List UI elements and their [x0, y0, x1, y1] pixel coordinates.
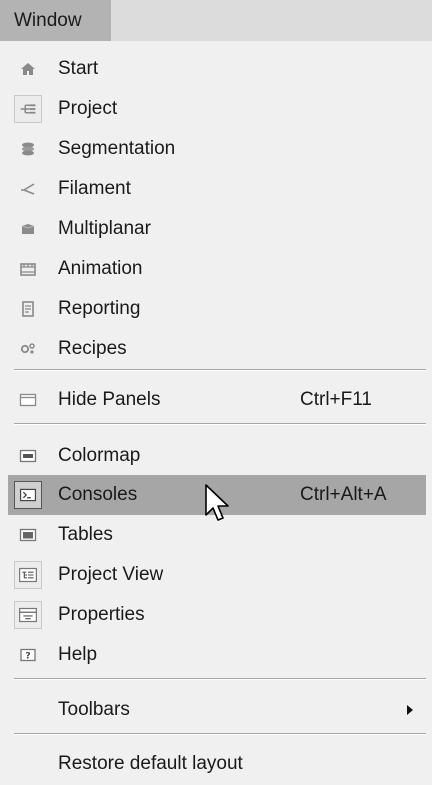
colormap-icon [19, 449, 37, 463]
menu-item-label: Multiplanar [58, 218, 151, 239]
menu-item-label: Project View [58, 564, 164, 585]
menu-item-label: Tables [58, 524, 113, 545]
menu-item-label: Segmentation [58, 138, 176, 159]
properties-icon [14, 601, 42, 629]
animation-icon [20, 263, 36, 276]
menu-item-reporting[interactable]: Reporting [0, 289, 432, 329]
menu-item-project-view[interactable]: Project View [0, 555, 432, 595]
menu-item-label: Restore default layout [58, 753, 243, 774]
menu-item-recipes[interactable]: Recipes [0, 329, 432, 369]
table-icon [19, 528, 37, 542]
menu-separator [14, 369, 426, 371]
menu-item-colormap[interactable]: Colormap [0, 436, 432, 476]
console-icon [14, 481, 42, 509]
menu-item-project[interactable]: Project [0, 89, 432, 129]
menu-item-segmentation[interactable]: Segmentation [0, 129, 432, 169]
menu-item-help[interactable]: ? Help [0, 635, 432, 675]
svg-text:?: ? [25, 652, 30, 662]
menu-item-animation[interactable]: Animation [0, 249, 432, 289]
menu-item-label: Filament [58, 178, 131, 199]
menu-item-label: Animation [58, 258, 143, 279]
menu-separator [14, 733, 426, 735]
window-dropdown-menu: Start Project Segmentation Filament Mult… [0, 41, 432, 785]
menu-item-label: Recipes [58, 338, 127, 359]
menu-item-label: Start [58, 58, 99, 79]
window-menu-title[interactable]: Window [0, 0, 111, 41]
filament-icon [21, 183, 35, 195]
menu-item-label: Project [58, 98, 118, 119]
reporting-icon [22, 301, 34, 317]
menu-item-shortcut: Ctrl+F11 [300, 389, 372, 410]
submenu-arrow-icon [407, 705, 413, 715]
segmentation-icon [22, 142, 34, 156]
menu-item-toolbars[interactable]: Toolbars [0, 690, 432, 730]
menu-item-properties[interactable]: Properties [0, 595, 432, 635]
menu-item-label: Colormap [58, 445, 141, 466]
menu-item-start[interactable]: Start [0, 49, 432, 89]
menu-item-label: Consoles [58, 484, 138, 505]
menu-item-restore-default-layout[interactable]: Restore default layout [0, 744, 432, 784]
mouse-cursor-icon [205, 484, 229, 521]
menu-item-label: Properties [58, 604, 145, 625]
recipes-icon [20, 343, 35, 354]
menu-item-label: Help [58, 644, 98, 665]
menu-item-label: Hide Panels [58, 389, 161, 410]
project-view-icon [14, 561, 42, 589]
help-icon: ? [20, 648, 36, 662]
menu-separator [14, 423, 426, 425]
menu-separator [14, 678, 426, 680]
menu-item-label: Reporting [58, 298, 141, 319]
menu-item-filament[interactable]: Filament [0, 169, 432, 209]
menu-item-label: Toolbars [58, 699, 130, 720]
project-tree-icon [14, 95, 42, 123]
menu-item-multiplanar[interactable]: Multiplanar [0, 209, 432, 249]
panel-icon [19, 393, 37, 407]
menubar: Window [0, 0, 432, 41]
menu-item-hide-panels[interactable]: Hide Panels Ctrl+F11 [0, 380, 432, 420]
home-icon [21, 63, 35, 75]
multiplanar-icon [21, 224, 35, 234]
menu-item-shortcut: Ctrl+Alt+A [300, 484, 387, 505]
